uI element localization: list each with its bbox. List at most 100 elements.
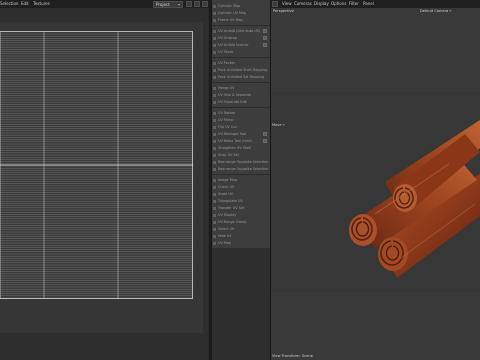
uv-menu-textures[interactable]: Textures — [33, 0, 50, 8]
menu-item[interactable]: Rearrange Opposite Selection — [212, 166, 270, 173]
menu-item-label: UV Sew & Separate — [218, 93, 252, 97]
menu-item-icon — [213, 161, 216, 164]
menu-item-icon — [213, 221, 216, 224]
menu-item[interactable]: UV Range Clamp — [212, 219, 270, 226]
grid-toggle-icon[interactable] — [186, 1, 192, 7]
uv-grid[interactable] — [0, 31, 193, 299]
menu-separator — [212, 57, 270, 58]
menu-item[interactable]: Cylinder Map — [212, 3, 270, 10]
vp-menu-options[interactable]: Options — [331, 0, 346, 8]
menu-item[interactable]: Cylinder UV Map — [212, 10, 270, 17]
menu-item[interactable]: UV Mirror — [212, 117, 270, 124]
menu-item[interactable]: Triangulate UV — [212, 198, 270, 205]
uv-menubar: Selection Edit Textures Project ▾ — [0, 0, 209, 8]
uv-menu-selection[interactable]: Selection — [0, 0, 18, 8]
option-box-icon[interactable] — [263, 36, 267, 40]
frame-icon[interactable] — [194, 1, 200, 7]
menu-item-label: UV Mirror — [218, 118, 234, 122]
uv-shell-lines — [0, 33, 193, 299]
menu-item-icon — [213, 5, 216, 8]
menu-item[interactable]: Snap UV Sel — [212, 152, 270, 159]
vp-menu-panel[interactable]: Panel — [363, 0, 374, 8]
menu-item[interactable]: Check UV — [212, 184, 270, 191]
settings-icon[interactable] — [202, 1, 208, 7]
menu-item-icon — [213, 87, 216, 90]
menu-empty-area — [212, 248, 270, 360]
menu-item[interactable]: Scale UV — [212, 191, 270, 198]
menu-item-icon — [213, 200, 216, 203]
menu-item-label: Select UV — [218, 227, 235, 231]
menu-item[interactable]: Hide UV — [212, 233, 270, 240]
menu-item[interactable]: UV Separate Edit — [212, 99, 270, 106]
menu-item-icon — [213, 30, 216, 33]
menu-item-icon — [213, 51, 216, 54]
vp-menu-view[interactable]: View — [282, 0, 292, 8]
menu-item-icon — [213, 12, 216, 15]
uv-menu-edit[interactable]: Edit — [21, 0, 29, 8]
menu-item-icon — [213, 126, 216, 129]
option-box-icon[interactable] — [263, 139, 267, 143]
menu-item[interactable]: UV Unfold Inverse — [212, 42, 270, 49]
menu-item[interactable]: Pack Unfolded Shell Mapping — [212, 67, 270, 74]
viewport-icon[interactable] — [272, 1, 278, 7]
option-box-icon[interactable] — [263, 29, 267, 33]
menu-item[interactable]: Select UV — [212, 226, 270, 233]
menu-item-label: UV Unfold (Grid auto UV) — [218, 29, 261, 33]
viewport-menubar: View Cameras Display Options Filter Pane… — [270, 0, 480, 8]
vp-menu-cameras[interactable]: Cameras — [294, 0, 312, 8]
option-box-icon[interactable] — [263, 132, 267, 136]
menu-item[interactable]: UV Packer — [212, 60, 270, 67]
menu-item-label: Cylinder UV Map — [218, 11, 247, 15]
menu-item-label: UV Reshape Tool — [218, 132, 247, 136]
viewport-edge — [270, 8, 271, 360]
menu-item-label: Hide UV — [218, 234, 232, 238]
menu-item-icon — [213, 69, 216, 72]
menu-item[interactable]: Image Map — [212, 177, 270, 184]
menu-item[interactable]: UV Sew & Separate — [212, 92, 270, 99]
menu-item-label: Check UV — [218, 185, 235, 189]
menu-item-icon — [213, 44, 216, 47]
transform-mode-label[interactable]: Move ▿ — [272, 123, 285, 128]
menu-item-icon — [213, 140, 216, 143]
uv-tool-menu: Cylinder Map Cylinder UV Map Frame UV Map U… — [212, 0, 270, 248]
menu-item-icon — [213, 133, 216, 136]
menu-item-icon — [213, 214, 216, 217]
menu-item[interactable]: UV Map — [212, 240, 270, 247]
menu-item-label: Image Map — [218, 178, 237, 182]
menu-item[interactable]: UV Unfold (Grid auto UV) — [212, 28, 270, 35]
menu-item-icon — [213, 193, 216, 196]
menu-item-label: UV Range Clamp — [218, 220, 247, 224]
option-box-icon[interactable] — [263, 43, 267, 47]
menu-item[interactable]: Rearrange Opposite Selection — [212, 159, 270, 166]
menu-item-icon — [213, 112, 216, 115]
menu-item[interactable]: UV Display — [212, 212, 270, 219]
menu-item-label: UV Relax Tool (Grid) — [218, 139, 252, 143]
vp-menu-display[interactable]: Display — [314, 0, 329, 8]
menu-item-label: Rearrange Opposite Selection — [218, 167, 269, 171]
menu-separator — [212, 25, 270, 26]
menu-item-icon — [213, 101, 216, 104]
cinnamon-sticks-model[interactable] — [345, 118, 480, 288]
menu-item[interactable]: Straighten UV Shell — [212, 145, 270, 152]
menu-item[interactable]: UV Relax Tool (Grid) — [212, 138, 270, 145]
menu-item[interactable]: UV Reshape Tool — [212, 131, 270, 138]
camera-selector[interactable]: Default Camera ▿ — [420, 9, 451, 14]
menu-item[interactable]: Frame UV Map — [212, 17, 270, 24]
menu-item[interactable]: Pack Unfolded Sel Mapping — [212, 74, 270, 81]
menu-item-icon — [213, 147, 216, 150]
camera-mode-label: Perspective — [273, 9, 294, 13]
menu-item-label: UV Packer — [218, 61, 236, 65]
vp-menu-filter[interactable]: Filter — [349, 0, 359, 8]
menu-item[interactable]: Transfer UV Set — [212, 205, 270, 212]
menu-item-icon — [213, 179, 216, 182]
menu-item-label: Pack Unfolded Shell Mapping — [218, 68, 268, 72]
menu-item[interactable]: UV Rotate — [212, 110, 270, 117]
menu-item[interactable]: Merge UV — [212, 85, 270, 92]
menu-item[interactable]: Flip UV Cut — [212, 124, 270, 131]
menu-item-label: UV Separate Edit — [218, 100, 247, 104]
menu-item-label: UV Map — [218, 241, 232, 245]
menu-item-label: Cylinder Map — [218, 4, 241, 8]
menu-item[interactable]: UV Stack — [212, 49, 270, 56]
menu-item[interactable]: UV Unwrap — [212, 35, 270, 42]
project-dropdown[interactable]: Project ▾ — [153, 1, 183, 8]
